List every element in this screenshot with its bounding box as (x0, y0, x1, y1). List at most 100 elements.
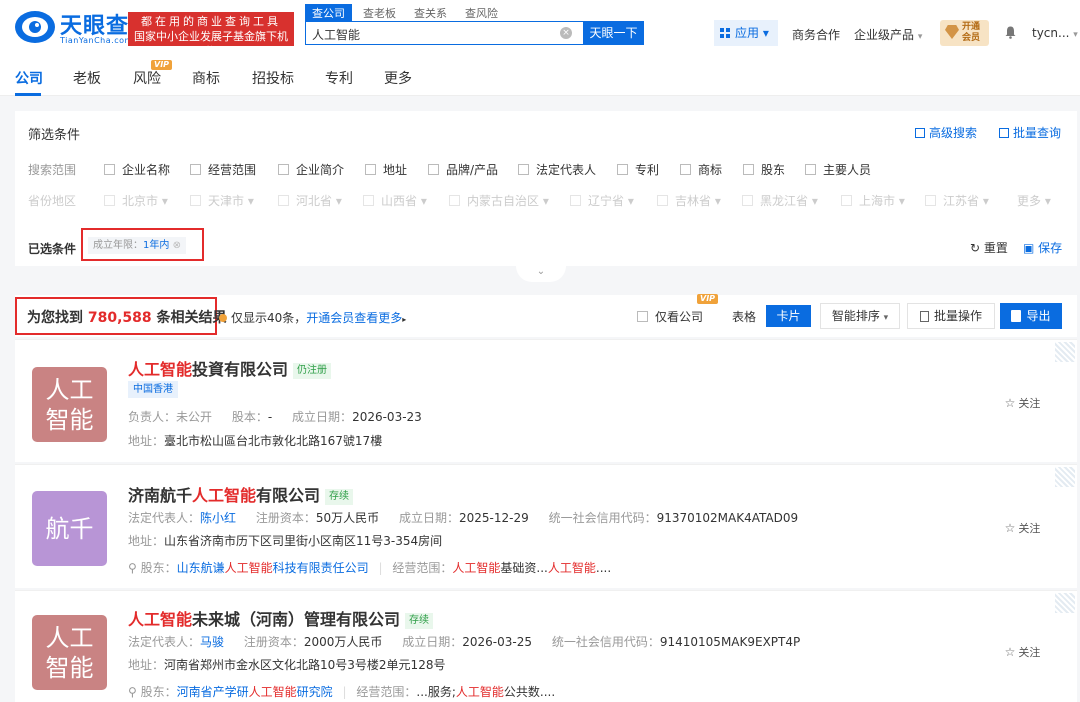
search-tab-risk[interactable]: 查风险 (458, 4, 505, 22)
save-filters-button[interactable]: ▣ 保存 (1023, 239, 1062, 256)
tianyancha-logo-icon[interactable] (13, 9, 57, 45)
province-hebei[interactable]: 河北省 ▾ (278, 192, 342, 209)
status-badge: 存续 (405, 613, 434, 629)
result-card[interactable]: 人工智能 人工智能未来城（河南）管理有限公司 存续 法定代表人：马骏 注册资本：2… (15, 590, 1077, 702)
tab-more[interactable]: 更多 (384, 68, 412, 88)
company-name[interactable]: 济南航千人工智能有限公司 存续 (128, 482, 354, 506)
chevron-down-icon: ▾ (883, 313, 889, 323)
reset-filters-button[interactable]: ↻ 重置 (970, 239, 1008, 256)
app-menu-button[interactable]: 应用 ▾ (714, 20, 778, 46)
checkbox-icon (428, 164, 439, 175)
shareholder-link[interactable]: 河南省产学研人工智能研究院 (177, 685, 333, 699)
results-toolbar: 为您找到 780,588 条相关结果 仅显示40条，开通会员查看更多▸ 仅看公司… (15, 294, 1077, 337)
slogan-banner: 都在用的商业查询工具 国家中小企业发展子基金旗下机构 (128, 12, 294, 58)
company-logo: 人工智能 (32, 615, 107, 690)
advanced-search-link[interactable]: 高级搜索 (915, 124, 977, 141)
link-icon: ⚲ (128, 561, 137, 575)
province-tianjin[interactable]: 天津市 ▾ (190, 192, 254, 209)
company-name[interactable]: 人工智能投資有限公司 仍注册 (128, 356, 332, 380)
follow-button[interactable]: ☆ 关注 (995, 390, 1050, 416)
search-tab-relation[interactable]: 查关系 (407, 4, 454, 22)
filter-icon (915, 128, 925, 138)
tab-boss[interactable]: 老板 (73, 68, 101, 88)
remove-chip-icon[interactable]: ⊗ (173, 240, 181, 251)
vip-badge-line2: 会员 (962, 33, 981, 43)
search-tab-company[interactable]: 查公司 (305, 4, 352, 22)
tab-trademark[interactable]: 商标 (192, 68, 220, 88)
checkbox-icon (190, 164, 201, 175)
legal-rep-link[interactable]: 马骏 (200, 635, 224, 649)
view-card-toggle[interactable]: 卡片 (766, 305, 811, 327)
scope-checkbox-brand[interactable]: 品牌/产品 (428, 161, 498, 178)
province-jiangsu[interactable]: 江苏省 ▾ (925, 192, 989, 209)
province-jilin[interactable]: 吉林省 ▾ (657, 192, 721, 209)
tab-risk[interactable]: 风险 (133, 68, 161, 88)
scope-checkbox-intro[interactable]: 企业简介 (278, 161, 344, 178)
company-extra-line: ⚲ 股东：河南省产学研人工智能研究院 | 经营范围：...服务;人工智能公共数.… (128, 685, 556, 699)
user-menu[interactable]: tycn... ▾ (1032, 26, 1078, 40)
result-card[interactable]: 航千 济南航千人工智能有限公司 存续 法定代表人：陈小红 注册资本：50万人民币 … (15, 464, 1077, 588)
brand-pinyin: TianYanCha.com (60, 36, 133, 45)
batch-operation-button[interactable]: 批量操作 (907, 303, 995, 329)
province-inner-mongolia[interactable]: 内蒙古自治区 ▾ (449, 192, 549, 209)
qr-code-icon[interactable] (1055, 342, 1075, 362)
qr-code-icon[interactable] (1055, 593, 1075, 613)
diamond-icon (945, 25, 959, 39)
province-beijing[interactable]: 北京市 ▾ (104, 192, 168, 209)
company-name[interactable]: 人工智能未来城（河南）管理有限公司 存续 (128, 606, 434, 630)
checkbox-icon (104, 164, 115, 175)
edit-icon (999, 128, 1009, 138)
slogan-line1: 都在用的商业查询工具 (141, 15, 281, 28)
scope-checkbox-business[interactable]: 经营范围 (190, 161, 256, 178)
sort-dropdown[interactable]: 智能排序 ▾ (820, 303, 900, 329)
scope-checkbox-name[interactable]: 企业名称 (104, 161, 170, 178)
tab-bidding[interactable]: 招投标 (252, 68, 294, 88)
shareholder-link[interactable]: 山东航谦人工智能科技有限责任公司 (177, 561, 369, 575)
star-icon: ☆ (1004, 645, 1016, 659)
follow-button[interactable]: ☆ 关注 (995, 515, 1050, 541)
follow-button[interactable]: ☆ 关注 (995, 639, 1050, 665)
company-address: 地址：山东省济南市历下区司里街小区南区11号3-354房间 (128, 534, 443, 548)
refresh-icon: ↻ (970, 241, 981, 255)
result-card[interactable]: 人工智能 人工智能投資有限公司 仍注册 中国香港 负责人：未公开 股本：- 成立日… (15, 339, 1077, 462)
export-button[interactable]: 导出 (1000, 303, 1062, 329)
bell-icon[interactable] (1005, 26, 1016, 39)
chevron-down-icon: ▾ (917, 32, 923, 42)
tab-company[interactable]: 公司 (15, 68, 43, 88)
vip-open-badge[interactable]: 开通 会员 (940, 20, 989, 46)
province-more[interactable]: 更多 ▾ (1017, 192, 1051, 209)
province-heilongjiang[interactable]: 黑龙江省 ▾ (742, 192, 818, 209)
legal-rep-link[interactable]: 陈小红 (200, 511, 236, 525)
collapse-filter-toggle[interactable]: ⌄ (516, 266, 566, 282)
scope-checkbox-trademark[interactable]: 商标 (680, 161, 722, 178)
selected-condition-chip[interactable]: 成立年限：1年内 ⊗ (88, 237, 186, 254)
clear-search-icon[interactable]: × (560, 27, 572, 39)
search-input[interactable]: 人工智能 (305, 21, 583, 45)
scope-checkbox-patent[interactable]: 专利 (617, 161, 659, 178)
qr-code-icon[interactable] (1055, 467, 1075, 487)
scope-checkbox-legal-rep[interactable]: 法定代表人 (518, 161, 596, 178)
search-button[interactable]: 天眼一下 (583, 21, 644, 45)
view-table-toggle[interactable]: 表格 (732, 308, 756, 325)
scope-checkbox-staff[interactable]: 主要人员 (805, 161, 871, 178)
province-liaoning[interactable]: 辽宁省 ▾ (570, 192, 634, 209)
search-tab-boss[interactable]: 查老板 (356, 4, 403, 22)
province-shanxi[interactable]: 山西省 ▾ (363, 192, 427, 209)
scope-checkbox-address[interactable]: 地址 (365, 161, 407, 178)
checkbox-icon (278, 164, 289, 175)
enterprise-products-menu[interactable]: 企业级产品 ▾ (854, 26, 922, 43)
only-company-checkbox[interactable]: 仅看公司 (637, 308, 703, 325)
filter-title: 筛选条件 (28, 128, 81, 143)
advanced-search-label: 高级搜索 (929, 126, 978, 140)
province-shanghai[interactable]: 上海市 ▾ (841, 192, 905, 209)
tab-patent[interactable]: 专利 (325, 68, 353, 88)
open-vip-link[interactable]: 开通会员查看更多 (306, 311, 402, 325)
user-name: tycn... (1032, 26, 1070, 40)
result-count: 780,588 (87, 310, 152, 326)
scope-checkbox-shareholder[interactable]: 股东 (743, 161, 785, 178)
limit-notice: 仅显示40条，开通会员查看更多▸ (219, 309, 406, 326)
business-cooperation-link[interactable]: 商务合作 (792, 26, 840, 43)
company-address: 地址：河南省郑州市金水区文化北路10号3号楼2单元128号 (128, 658, 446, 672)
batch-query-link[interactable]: 批量查询 (999, 124, 1061, 141)
vip-tag: VIP (697, 294, 719, 304)
